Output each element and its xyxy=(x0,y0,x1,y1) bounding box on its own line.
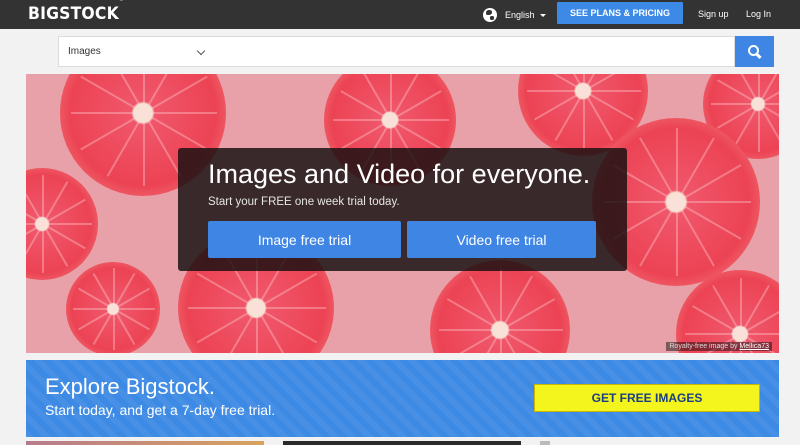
slice-segment xyxy=(80,112,145,151)
slice-segment xyxy=(758,74,779,105)
search-type-value: Images xyxy=(68,46,101,57)
top-navbar: BIGSTOCK™ English SEE PLANS & PRICING Si… xyxy=(0,0,800,29)
login-link[interactable]: Log In xyxy=(746,9,771,19)
hero-subtitle: Start your FREE one week trial today. xyxy=(208,196,400,208)
bigstock-logo[interactable]: BIGSTOCK™ xyxy=(28,0,124,24)
language-selector[interactable]: English xyxy=(483,7,546,23)
slice-segment xyxy=(390,74,421,121)
thumbnail-preview[interactable] xyxy=(26,441,264,445)
promo-subtitle: Start today, and get a 7-day free trial. xyxy=(45,402,276,418)
slice-segment xyxy=(70,112,144,114)
slice-segment xyxy=(710,103,759,105)
slice-segment xyxy=(113,309,115,351)
slice-segment xyxy=(143,113,145,187)
image-free-trial-button[interactable]: Image free trial xyxy=(208,221,401,258)
search-icon xyxy=(747,44,762,59)
slice-segment xyxy=(758,104,760,153)
grapefruit-slice-image xyxy=(430,260,570,353)
globe-icon xyxy=(483,8,497,22)
slice-segment xyxy=(42,174,44,224)
slice-segment xyxy=(257,307,326,309)
slice-segment xyxy=(684,333,741,335)
slice-segment xyxy=(256,307,293,353)
slice-segment xyxy=(114,308,156,310)
slice-segment xyxy=(740,277,742,334)
credit-prefix: Royalty-free image by xyxy=(669,343,738,350)
hero-banner: Images and Video for everyone. Start you… xyxy=(26,74,779,353)
slice-segment xyxy=(526,90,584,92)
slice-segment xyxy=(676,137,715,203)
slice-segment xyxy=(340,119,392,150)
slice-segment xyxy=(221,307,258,353)
logo-trademark: ™ xyxy=(118,0,124,6)
slice-segment xyxy=(42,224,44,274)
slice-segment xyxy=(439,329,501,331)
slice-segment xyxy=(676,128,678,202)
video-free-trial-button[interactable]: Video free trial xyxy=(407,221,596,258)
search-input[interactable] xyxy=(216,36,735,67)
slice-segment xyxy=(533,90,585,121)
logo-text: BIGSTOCK xyxy=(28,4,119,24)
slice-segment xyxy=(677,201,751,203)
slice-segment xyxy=(43,223,93,225)
search-bar: Images xyxy=(26,30,779,74)
get-free-images-button[interactable]: GET FREE IMAGES xyxy=(534,384,760,412)
slice-segment xyxy=(113,267,115,309)
slice-segment xyxy=(361,74,392,121)
credit-author-link[interactable]: Mellica73 xyxy=(739,343,769,350)
slice-segment xyxy=(72,308,114,310)
slice-segment xyxy=(741,333,779,335)
grapefruit-slice-image xyxy=(26,168,98,280)
chevron-down-icon xyxy=(196,46,206,56)
signup-link[interactable]: Sign up xyxy=(698,9,729,19)
see-plans-button[interactable]: SEE PLANS & PRICING xyxy=(557,2,683,24)
search-type-select[interactable]: Images xyxy=(58,36,217,67)
slice-segment xyxy=(390,74,392,120)
slice-segment xyxy=(500,276,533,331)
slice-segment xyxy=(500,268,502,330)
slice-segment xyxy=(188,307,257,309)
slice-segment xyxy=(256,308,258,353)
caret-down-icon xyxy=(539,13,546,17)
slice-segment xyxy=(733,74,760,105)
slice-segment xyxy=(501,329,563,331)
hero-title: Images and Video for everyone. xyxy=(208,159,591,189)
search-button[interactable] xyxy=(735,36,774,67)
slice-segment xyxy=(676,202,678,276)
slice-segment xyxy=(144,112,218,114)
slice-segment xyxy=(740,304,779,335)
thumbnail-preview[interactable] xyxy=(283,441,521,445)
hero-overlay: Images and Video for everyone. Start you… xyxy=(178,148,627,271)
slice-segment xyxy=(332,119,391,121)
promo-title: Explore Bigstock. xyxy=(45,374,215,399)
slice-segment xyxy=(584,90,642,92)
slice-segment xyxy=(391,119,450,121)
language-label: English xyxy=(505,10,535,20)
slice-segment xyxy=(740,284,771,335)
grapefruit-slice-image xyxy=(66,262,160,353)
promo-banner: Explore Bigstock. Start today, and get a… xyxy=(26,360,779,437)
slice-segment xyxy=(197,307,258,344)
thumbnail-preview[interactable] xyxy=(540,441,550,445)
image-credit: Royalty-free image by Mellica73 xyxy=(666,342,772,351)
slice-segment xyxy=(583,91,585,149)
